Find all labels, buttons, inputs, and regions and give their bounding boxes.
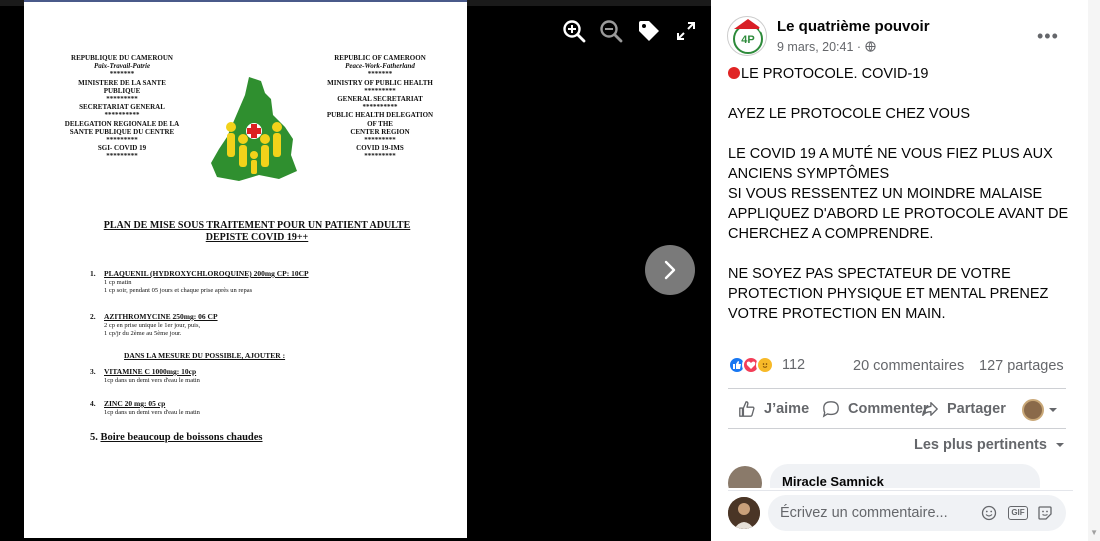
post-timestamp[interactable]: 9 mars, 20:41 ·	[777, 40, 876, 54]
tag-icon[interactable]	[636, 18, 662, 44]
header-line: **********	[362, 103, 398, 112]
commenter-avatar[interactable]	[728, 466, 762, 488]
post-line-4: SI VOUS RESSENTEZ UN MOINDRE MALAISE APP…	[728, 186, 1069, 242]
zoom-out-icon[interactable]	[598, 18, 624, 44]
globe-icon	[864, 40, 876, 54]
comments-count[interactable]: 20 commentaires	[853, 358, 964, 374]
comment-item: Miracle Samnick	[728, 464, 1073, 488]
caret-down-icon	[1049, 408, 1057, 412]
additional-heading: DANS LA MESURE DU POSSIBLE, AJOUTER :	[124, 351, 286, 360]
gif-icon[interactable]: GIF	[1008, 504, 1028, 522]
like-button[interactable]: J’aime	[738, 400, 809, 418]
share-button[interactable]: Partager	[921, 400, 1006, 418]
header-line: OF THE	[367, 119, 393, 128]
header-line: PUBLIQUE	[103, 86, 141, 95]
photo-viewer: REPUBLIQUE DU CAMEROUN Paix-Travail-Patri…	[0, 0, 711, 541]
zoom-in-icon[interactable]	[561, 18, 587, 44]
header-line: Paix-Travail-Patrie	[93, 62, 151, 71]
header-line: *********	[106, 95, 138, 104]
share-icon	[922, 402, 938, 416]
comment-sort-dropdown[interactable]: Les plus pertinents	[914, 437, 1065, 453]
user-avatar-icon	[1022, 399, 1044, 421]
header-line: *********	[364, 86, 396, 95]
reactions-count: 112	[782, 357, 806, 373]
header-line: REPUBLIC OF CAMEROON	[334, 54, 426, 62]
header-line: SANTE PUBLIQUE DU CENTRE	[69, 127, 175, 136]
reaction-identity-selector[interactable]	[1022, 399, 1058, 421]
comment-composer: Écrivez un commentaire... GIF	[728, 490, 1073, 534]
item-name: AZITHROMYCINE 250mg: 06 CP	[104, 312, 218, 321]
red-circle-icon	[728, 67, 740, 79]
header-line: SECRETARIAT GENERAL	[79, 103, 165, 112]
title-line-1: PLAN DE MISE SOUS TRAITEMENT POUR UN PAT…	[103, 220, 411, 231]
sticker-icon[interactable]	[1036, 504, 1054, 522]
divider	[728, 428, 1066, 429]
fullscreen-icon[interactable]	[673, 18, 699, 44]
item-name: PLAQUENIL (HYDROXYCHLOROQUINE) 200mg CP:…	[104, 269, 309, 278]
page-avatar[interactable]: 4P	[727, 16, 767, 56]
scroll-down-arrow-icon[interactable]: ▼	[1090, 528, 1098, 537]
header-line: MINISTERE DE LA SANTE	[78, 78, 166, 87]
header-right: REPUBLIC OF CAMEROON Peace-Work-Fatherlan…	[310, 54, 450, 161]
comment-button[interactable]: Commenter	[822, 400, 929, 418]
treatment-item-2: 2. AZITHROMYCINE 250mg: 06 CP 2 cp en pr…	[90, 312, 430, 338]
header-line: MINISTRY OF PUBLIC HEALTH	[327, 78, 433, 87]
post-text: LE PROTOCOLE. COVID-19 AYEZ LE PROTOCOLE…	[728, 64, 1073, 324]
comment-bubble: Miracle Samnick	[770, 464, 1040, 488]
header-line: Peace-Work-Fatherland	[345, 62, 415, 71]
care-reaction-icon	[756, 356, 774, 374]
cameroon-map-logo	[211, 77, 297, 181]
header-line: PUBLIC HEALTH DELEGATION	[326, 111, 434, 120]
comment-input[interactable]: Écrivez un commentaire... GIF	[768, 495, 1066, 531]
item-name: ZINC 20 mg: 05 cp	[104, 399, 166, 408]
header-line: CENTER REGION	[350, 127, 410, 136]
post-line-3: LE COVID 19 A MUTÉ NE VOUS FIEZ PLUS AUX…	[728, 146, 1053, 182]
caret-down-icon	[1055, 443, 1064, 447]
header-line: *********	[106, 152, 138, 161]
post-line-5: NE SOYEZ PAS SPECTATEUR DE VOTRE PROTECT…	[728, 266, 1049, 322]
svg-text:4P: 4P	[741, 34, 754, 46]
header-line: *********	[106, 136, 138, 145]
comment-icon	[822, 401, 839, 418]
treatment-item-1: 1. PLAQUENIL (HYDROXYCHLOROQUINE) 200mg …	[90, 269, 430, 295]
header-line: *********	[364, 136, 396, 145]
scrollbar[interactable]: ▼	[1088, 0, 1100, 541]
comment-placeholder: Écrivez un commentaire...	[780, 505, 948, 521]
reactions-summary[interactable]: 112	[728, 356, 805, 374]
divider	[728, 388, 1066, 389]
header-line: SGI- COVID 19	[97, 144, 147, 153]
post-actions: J’aime Commenter Partager	[728, 396, 1073, 426]
treatment-item-4: 4. ZINC 20 mg: 05 cp 1cp dans un demi ve…	[90, 399, 430, 417]
more-options-button[interactable]: •••	[1037, 26, 1059, 47]
next-photo-button[interactable]	[645, 245, 695, 295]
header-line: **********	[104, 111, 140, 120]
chevron-right-icon	[664, 260, 676, 280]
header-line: *********	[364, 152, 396, 161]
header-line: *******	[367, 70, 393, 79]
header-line: GENERAL SECRETARIAT	[337, 95, 423, 104]
header-left: REPUBLIQUE DU CAMEROUN Paix-Travail-Patri…	[52, 54, 192, 161]
document-title: PLAN DE MISE SOUS TRAITEMENT POUR UN PAT…	[72, 220, 442, 244]
header-line: *******	[109, 70, 135, 79]
document-photo: REPUBLIQUE DU CAMEROUN Paix-Travail-Patri…	[24, 0, 467, 538]
treatment-item-3: 3. VITAMINE C 1000mg: 10cp 1cp dans un d…	[90, 367, 430, 385]
commenter-name[interactable]: Miracle Samnick	[782, 474, 884, 488]
header-line: COVID 19-IMS	[356, 144, 404, 153]
current-user-avatar	[728, 497, 760, 529]
thumbs-up-icon	[739, 401, 755, 417]
treatment-item-5: 5. Boire beaucoup de boissons chaudes	[90, 432, 263, 443]
post-line-2: AYEZ LE PROTOCOLE CHEZ VOUS	[728, 106, 970, 122]
emoji-icon[interactable]	[980, 504, 998, 522]
post-panel: 4P Le quatrième pouvoir 9 mars, 20:41 · …	[711, 0, 1100, 541]
header-line: REPUBLIQUE DU CAMEROUN	[71, 54, 173, 62]
page-name[interactable]: Le quatrième pouvoir	[777, 18, 930, 35]
item-name: VITAMINE C 1000mg: 10cp	[104, 367, 197, 376]
header-line: DELEGATION REGIONALE DE LA	[64, 119, 180, 128]
title-line-2: DEPISTE COVID 19++	[205, 232, 309, 243]
shares-count[interactable]: 127 partages	[979, 358, 1064, 374]
post-line-1: LE PROTOCOLE. COVID-19	[728, 64, 1073, 84]
